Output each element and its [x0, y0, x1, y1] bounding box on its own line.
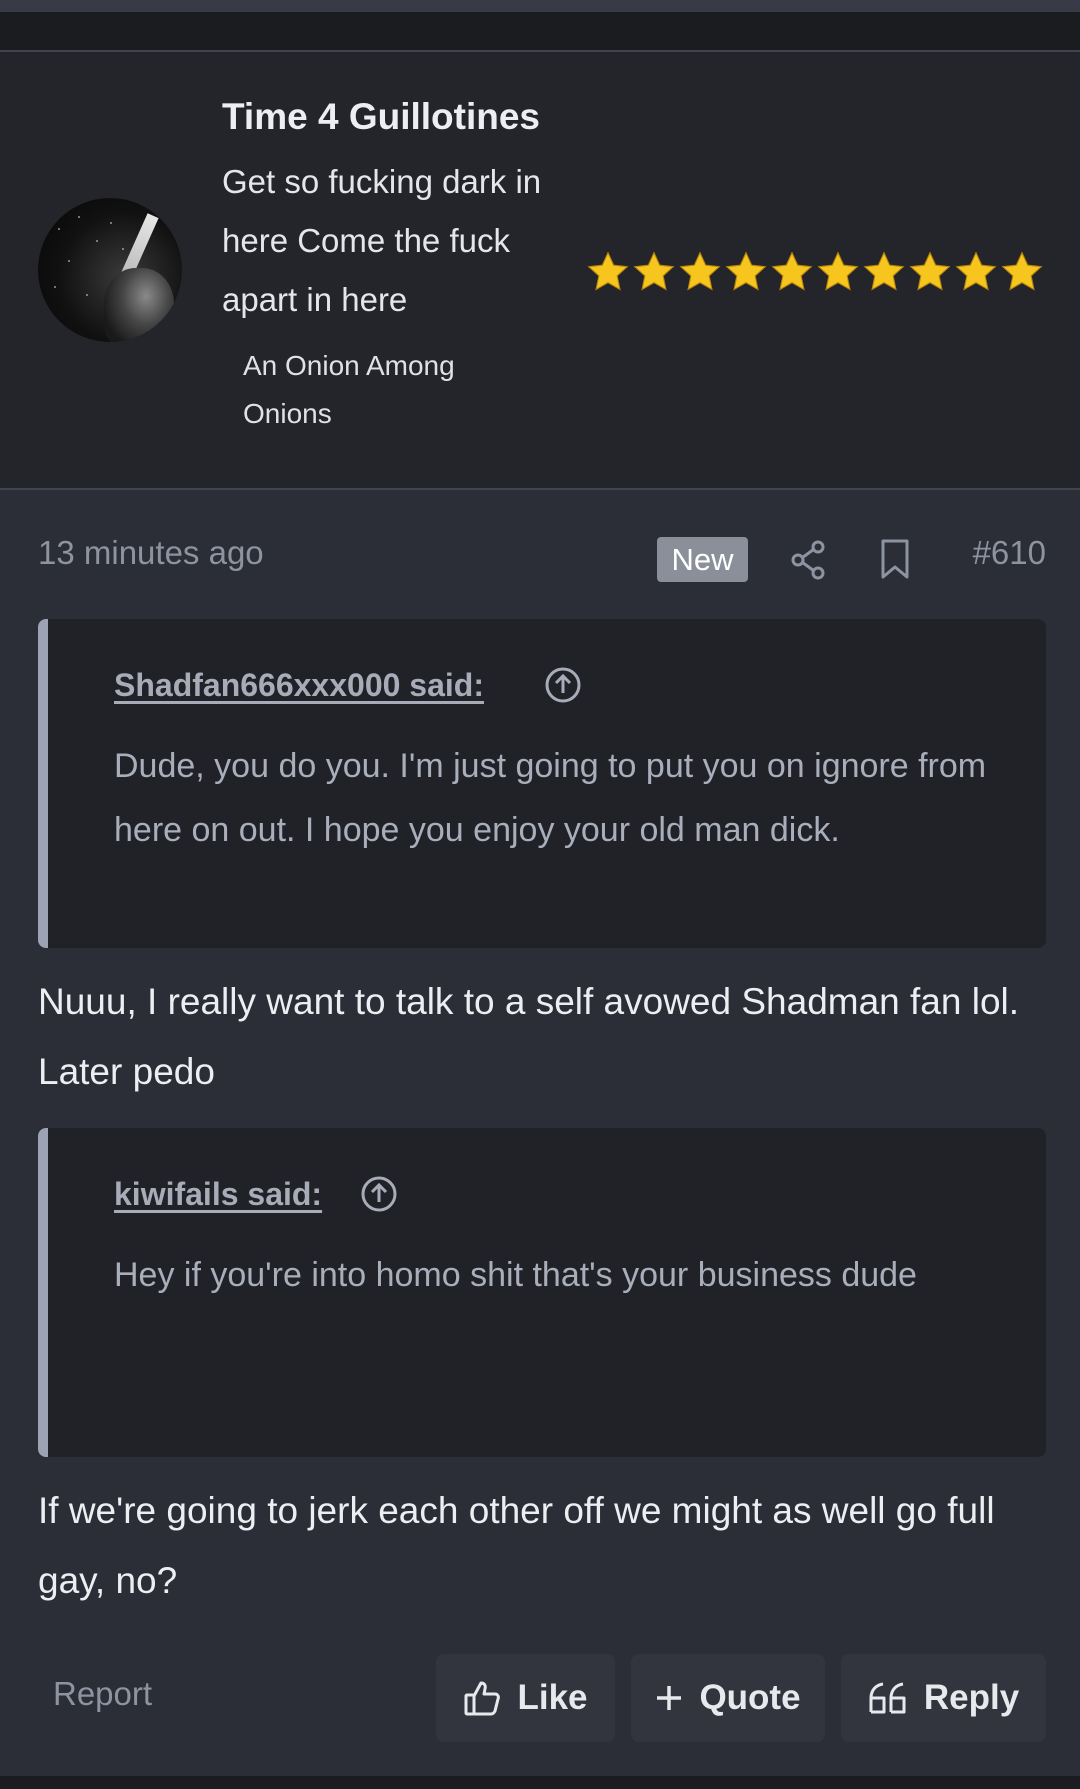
avatar[interactable]	[38, 198, 182, 342]
quote-button[interactable]: Quote	[631, 1654, 825, 1742]
post-divider	[0, 1776, 1080, 1789]
star-icon	[863, 251, 905, 291]
quote-bar	[38, 619, 48, 948]
report-link[interactable]: Report	[53, 1675, 152, 1713]
quote-bar	[38, 1128, 48, 1457]
user-info-block: Time 4 Guillotines Get so fucking dark i…	[0, 52, 1080, 490]
quote-attribution[interactable]: kiwifails said:	[114, 1176, 322, 1213]
post-timestamp[interactable]: 13 minutes ago	[38, 534, 264, 572]
share-icon[interactable]	[790, 540, 826, 580]
arrow-up-circle-icon[interactable]	[360, 1175, 398, 1213]
reply-label: Reply	[923, 1678, 1020, 1717]
star-icon	[679, 251, 721, 291]
quote-label: Quote	[699, 1678, 801, 1717]
star-icon	[587, 251, 629, 291]
quote-text: Hey if you're into homo shit that's your…	[114, 1256, 917, 1294]
star-rating	[586, 250, 1044, 294]
quote-text: Dude, you do you. I'm just going to put …	[114, 747, 987, 849]
plus-icon	[657, 1686, 682, 1710]
bookmark-icon[interactable]	[879, 538, 911, 580]
user-rank: An Onion Among Onions	[243, 350, 455, 429]
user-title: Get so fucking dark in here Come the fuc…	[222, 163, 542, 318]
reply-button[interactable]: Reply	[841, 1654, 1046, 1742]
star-icon	[633, 251, 675, 291]
star-icon	[955, 251, 997, 291]
username[interactable]: Time 4 Guillotines	[222, 96, 540, 138]
reply-text: Nuuu, I really want to talk to a self av…	[38, 981, 1020, 1092]
like-button[interactable]: Like	[436, 1654, 615, 1742]
star-icon	[817, 251, 859, 291]
header-gap	[0, 12, 1080, 52]
thumbs-up-icon	[464, 1681, 501, 1716]
top-bar	[0, 0, 1080, 12]
quote-marks-icon	[869, 1682, 906, 1714]
quote-block: Shadfan666xxx000 said: Dude, you do you.…	[38, 619, 1046, 948]
quote-block: kiwifails said: Hey if you're into homo …	[38, 1128, 1046, 1457]
like-label: Like	[517, 1678, 588, 1717]
quote-attribution[interactable]: Shadfan666xxx000 said:	[114, 667, 484, 704]
star-icon	[725, 251, 767, 291]
star-icon	[771, 251, 813, 291]
post: 13 minutes ago New #610 Shadfan666xxx000…	[0, 490, 1080, 1789]
new-badge: New	[657, 537, 748, 582]
star-icon	[1001, 251, 1043, 291]
post-number[interactable]: #610	[973, 534, 1046, 572]
arrow-up-circle-icon[interactable]	[544, 666, 582, 704]
star-icon	[909, 251, 951, 291]
reply-text: If we're going to jerk each other off we…	[38, 1490, 995, 1601]
